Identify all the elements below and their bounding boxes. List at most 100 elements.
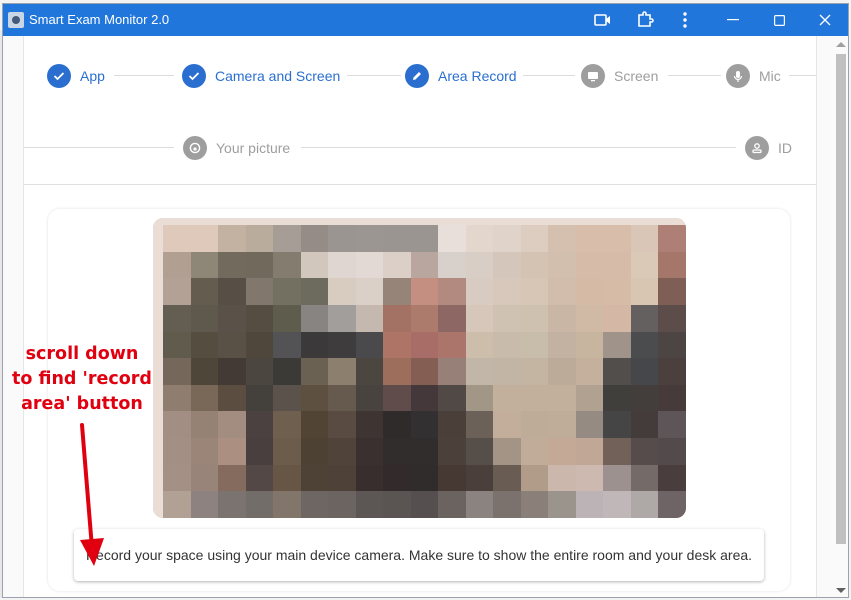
step-camera-and-screen[interactable]: Camera and Screen xyxy=(182,64,340,88)
mosaic-cell xyxy=(520,491,550,518)
mosaic-cell xyxy=(218,225,248,253)
mosaic-cell xyxy=(273,464,303,493)
step-your-picture[interactable]: Your picture xyxy=(183,136,290,160)
mosaic-cell xyxy=(520,225,550,253)
mosaic-cell xyxy=(575,438,605,467)
annotation-line: scroll down xyxy=(25,344,139,364)
step-label: Mic xyxy=(759,68,781,84)
step-label: ID xyxy=(778,140,792,156)
mosaic-cell xyxy=(438,304,468,333)
mosaic-cell xyxy=(548,358,578,387)
mosaic-cell xyxy=(410,304,440,333)
mosaic-cell xyxy=(465,384,495,413)
mosaic-cell xyxy=(575,278,605,307)
camera-button[interactable] xyxy=(583,4,623,36)
mosaic-cell xyxy=(603,464,633,493)
mosaic-cell xyxy=(383,251,413,280)
check-icon xyxy=(47,64,71,88)
mosaic-cell xyxy=(658,438,686,467)
mosaic-cell xyxy=(493,331,523,360)
mosaic-cell xyxy=(190,251,220,280)
mosaic-cell xyxy=(383,278,413,307)
mosaic-cell xyxy=(328,225,358,253)
mosaic-cell xyxy=(300,251,330,280)
window-title: Smart Exam Monitor 2.0 xyxy=(29,12,170,27)
mosaic-cell xyxy=(630,331,660,360)
mosaic-cell xyxy=(355,304,385,333)
minimize-button[interactable] xyxy=(713,4,753,36)
mosaic-cell xyxy=(355,384,385,413)
vertical-scrollbar[interactable] xyxy=(832,36,848,597)
mosaic-cell xyxy=(245,411,275,440)
annotation-line: area' button xyxy=(21,394,143,414)
mosaic-cell xyxy=(520,438,550,467)
mosaic-cell xyxy=(630,438,660,467)
step-id[interactable]: ID xyxy=(745,136,792,160)
step-area-record[interactable]: Area Record xyxy=(405,64,517,88)
mosaic-cell xyxy=(218,464,248,493)
maximize-button[interactable] xyxy=(759,4,799,36)
close-button[interactable] xyxy=(805,4,845,36)
mosaic-cell xyxy=(355,438,385,467)
mosaic-cell xyxy=(630,304,660,333)
step-app[interactable]: App xyxy=(47,64,105,88)
instruction-text: Record your space using your main device… xyxy=(85,547,753,563)
step-connector xyxy=(789,75,816,76)
mosaic-cell xyxy=(493,225,523,253)
mosaic-cell xyxy=(548,225,578,253)
mosaic-cell xyxy=(328,331,358,360)
mosaic-cell xyxy=(658,304,686,333)
mosaic-cell xyxy=(410,225,440,253)
stepper-row-1: App Camera and Screen Area Record Screen… xyxy=(24,56,816,96)
more-options-button[interactable] xyxy=(665,4,705,36)
content-area: App Camera and Screen Area Record Screen… xyxy=(3,36,832,597)
annotation-line: to find 'record xyxy=(12,369,152,389)
mosaic-cell xyxy=(658,384,686,413)
mosaic-cell xyxy=(630,464,660,493)
mosaic-cell xyxy=(355,464,385,493)
mosaic-cell xyxy=(410,491,440,518)
mosaic-cell xyxy=(658,225,686,253)
mosaic-cell xyxy=(575,225,605,253)
step-mic[interactable]: Mic xyxy=(726,64,781,88)
mosaic-cell xyxy=(603,251,633,280)
mic-icon xyxy=(726,64,750,88)
mosaic-cell xyxy=(630,225,660,253)
mosaic-cell xyxy=(190,331,220,360)
mosaic-cell xyxy=(658,411,686,440)
mosaic-cell xyxy=(355,358,385,387)
mosaic-cell xyxy=(630,278,660,307)
stepper-row-2: Your picture ID xyxy=(24,128,816,168)
mosaic-cell xyxy=(163,251,192,280)
stepper-divider xyxy=(24,184,816,185)
scroll-down-arrow-icon[interactable] xyxy=(836,588,846,593)
mosaic-cell xyxy=(190,411,220,440)
mosaic-cell xyxy=(383,304,413,333)
mosaic-cell xyxy=(218,251,248,280)
mosaic-cell xyxy=(438,464,468,493)
mosaic-cell xyxy=(658,278,686,307)
step-screen[interactable]: Screen xyxy=(581,64,658,88)
mosaic-cell xyxy=(465,411,495,440)
mosaic-cell xyxy=(603,331,633,360)
mosaic-cell xyxy=(465,225,495,253)
step-label: App xyxy=(80,68,105,84)
mosaic-cell xyxy=(190,384,220,413)
app-logo-icon xyxy=(8,12,24,28)
mosaic-cell xyxy=(218,358,248,387)
mosaic-cell xyxy=(190,464,220,493)
scrollbar-thumb[interactable] xyxy=(836,54,846,544)
mosaic-cell xyxy=(520,304,550,333)
mosaic-cell xyxy=(383,384,413,413)
mosaic-cell xyxy=(630,491,660,518)
mosaic-cell xyxy=(383,438,413,467)
scroll-up-arrow-icon[interactable] xyxy=(836,42,846,47)
mosaic-cell xyxy=(245,438,275,467)
mosaic-cell xyxy=(245,304,275,333)
extensions-button[interactable] xyxy=(625,4,665,36)
mosaic-cell xyxy=(328,304,358,333)
mosaic-cell xyxy=(575,251,605,280)
mosaic-cell xyxy=(218,491,248,518)
mosaic-cell xyxy=(300,278,330,307)
mosaic-cell xyxy=(438,411,468,440)
